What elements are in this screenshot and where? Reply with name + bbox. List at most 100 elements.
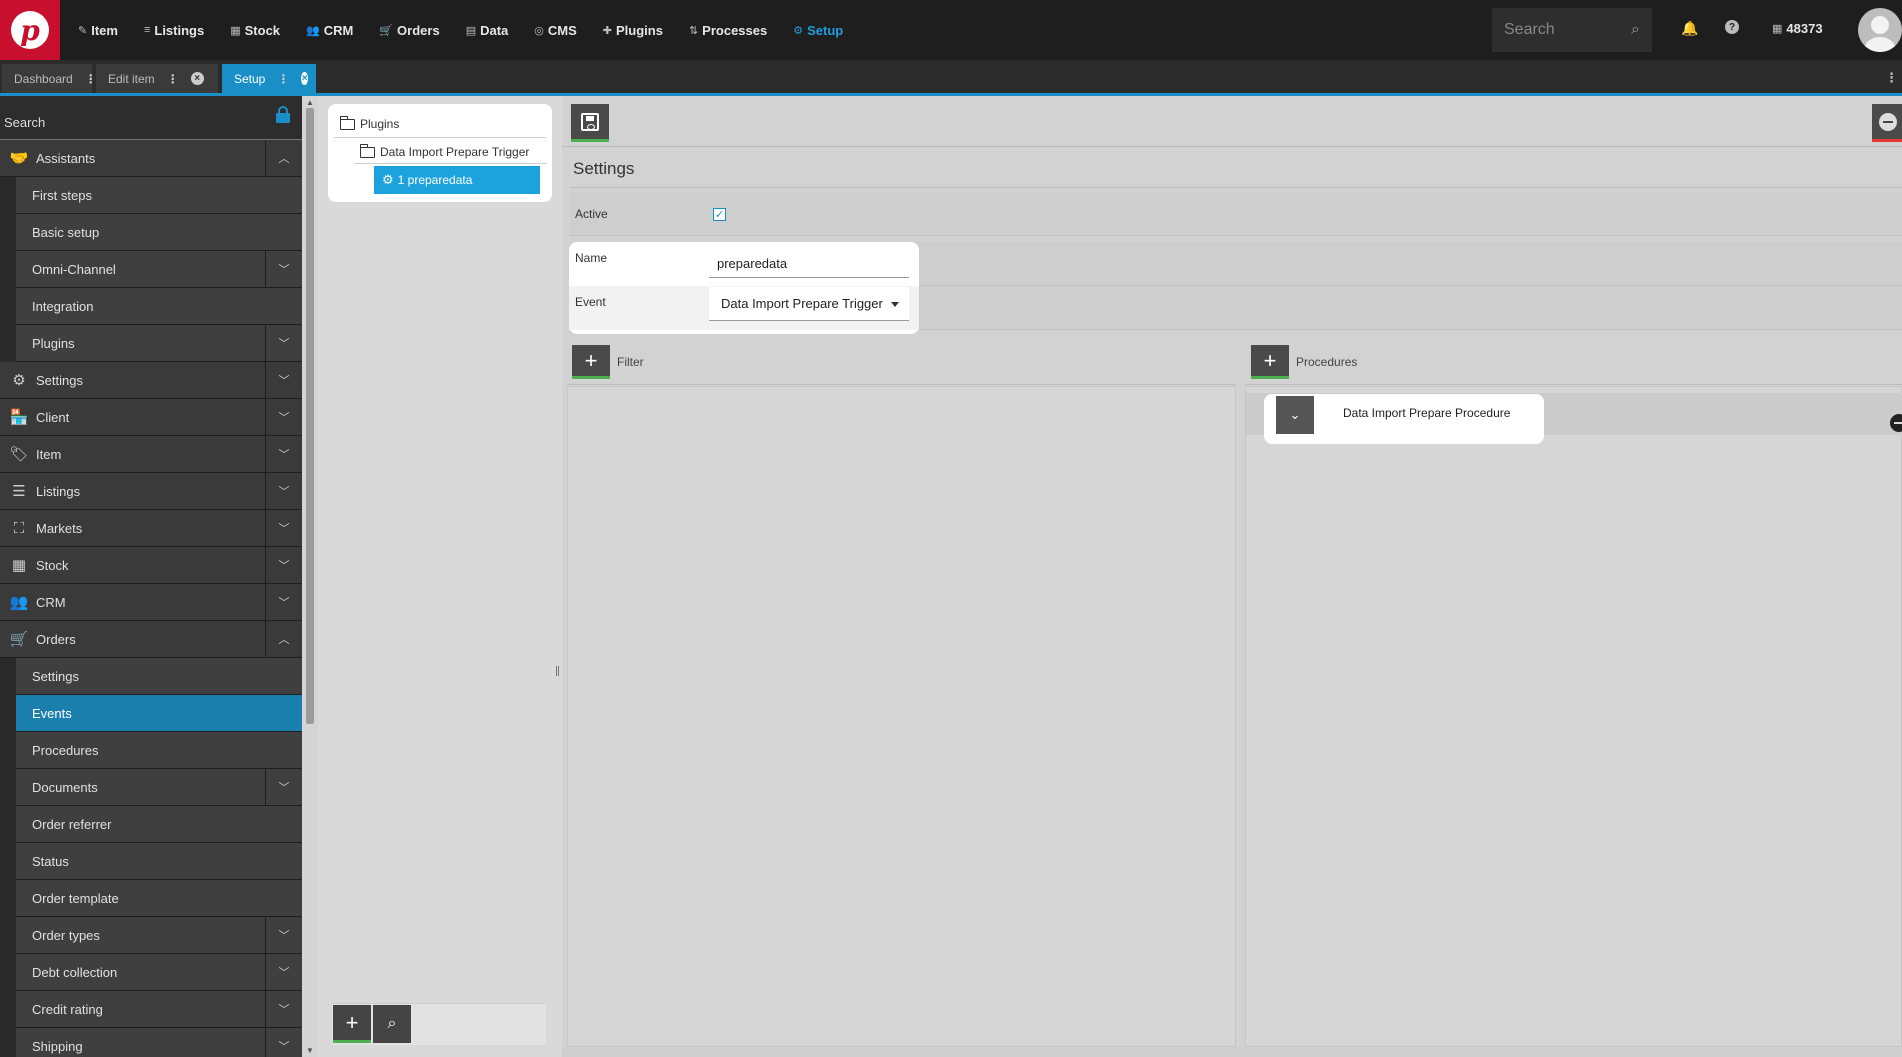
listings-icon: ☰: [12, 483, 26, 500]
sidebar-item-first-steps[interactable]: First steps: [0, 177, 302, 214]
avatar[interactable]: [1858, 8, 1902, 52]
scroll-down-icon[interactable]: ▼: [306, 1046, 314, 1055]
chevron-down-icon[interactable]: ﹀: [265, 917, 302, 953]
chevron-down-icon[interactable]: ﹀: [265, 473, 302, 509]
markets-icon: ⛶: [13, 519, 25, 537]
sidebar-item-markets[interactable]: ⛶ Markets ﹀: [0, 510, 302, 547]
sidebar-item-order-referrer[interactable]: Order referrer: [0, 806, 302, 843]
sidebar-item-basic-setup[interactable]: Basic setup: [0, 214, 302, 251]
sidebar-item-documents[interactable]: Documents ﹀: [0, 769, 302, 806]
chevron-down-icon[interactable]: ﹀: [265, 362, 302, 398]
bell-icon[interactable]: 🔔: [1681, 20, 1698, 37]
sidebar-item-order-template[interactable]: Order template: [0, 880, 302, 917]
search-tree-button[interactable]: ⌕: [373, 1005, 411, 1043]
sidebar-search-input[interactable]: [4, 115, 254, 130]
plentymarkets-logo[interactable]: p: [0, 0, 60, 60]
menu-plugins[interactable]: ✚ Plugins: [603, 23, 663, 38]
menu-setup[interactable]: ⚙ Setup: [793, 23, 843, 38]
account-id[interactable]: ▦ 48373: [1772, 21, 1823, 36]
chevron-down-icon: ⌄: [1289, 407, 1301, 422]
sidebar-item-status[interactable]: Status: [0, 843, 302, 880]
chevron-up-icon[interactable]: ︿: [265, 621, 302, 657]
sidebar-item-omni-channel[interactable]: Omni-Channel ﹀: [0, 251, 302, 288]
sidebar-item-events[interactable]: Events: [0, 695, 302, 732]
sidebar-search[interactable]: [0, 96, 302, 140]
lock-icon[interactable]: [276, 106, 290, 123]
sidebar-item-client[interactable]: 🏪 Client ﹀: [0, 399, 302, 436]
event-select[interactable]: Data Import Prepare Trigger: [709, 287, 909, 321]
scrollbar-thumb[interactable]: [306, 108, 314, 724]
menu-label: Setup: [807, 22, 844, 38]
close-icon[interactable]: ×: [301, 72, 308, 85]
chevron-down-icon[interactable]: ﹀: [265, 325, 302, 361]
sidebar-item-shipping[interactable]: Shipping ﹀: [0, 1028, 302, 1057]
tab-setup[interactable]: Setup ⋮ ×: [222, 64, 316, 93]
delete-button[interactable]: [1872, 104, 1902, 142]
tree-node-trigger[interactable]: Data Import Prepare Trigger: [359, 143, 529, 159]
chevron-down-icon[interactable]: ﹀: [265, 1028, 302, 1057]
sidebar-item-listings[interactable]: ☰ Listings ﹀: [0, 473, 302, 510]
menu-data[interactable]: ▤ Data: [466, 23, 509, 38]
remove-procedure-icon[interactable]: [1890, 414, 1902, 432]
sidebar-item-settings[interactable]: ⚙ Settings ﹀: [0, 362, 302, 399]
sidebar-item-integration[interactable]: Integration: [0, 288, 302, 325]
close-icon[interactable]: ×: [190, 72, 204, 85]
sidebar-item-debt-collection[interactable]: Debt collection ﹀: [0, 954, 302, 991]
chevron-down-icon[interactable]: ﹀: [265, 547, 302, 583]
active-checkbox[interactable]: ✓: [713, 208, 726, 221]
global-search[interactable]: ⌕: [1492, 8, 1652, 52]
tree-node-plugins[interactable]: Plugins: [339, 115, 399, 131]
sidebar-item-crm[interactable]: 👥 CRM ﹀: [0, 584, 302, 621]
sidebar-item-settings[interactable]: Settings: [0, 658, 302, 695]
sidebar-item-plugins[interactable]: Plugins ﹀: [0, 325, 302, 362]
help-icon[interactable]: ?: [1725, 20, 1739, 34]
chevron-down-icon[interactable]: ﹀: [265, 399, 302, 435]
sidebar-item-label: Order template: [32, 890, 119, 906]
chevron-down-icon[interactable]: ﹀: [265, 769, 302, 805]
menu-processes[interactable]: ⇅ Processes: [689, 23, 767, 38]
tree-node-selected[interactable]: ⚙ 1 preparedata: [374, 166, 540, 194]
sidebar-item-item[interactable]: 🏷 Item ﹀: [0, 436, 302, 473]
tab-edit-item[interactable]: Edit item ⋮ ×: [96, 64, 218, 93]
sidebar-item-credit-rating[interactable]: Credit rating ﹀: [0, 991, 302, 1028]
chevron-up-icon[interactable]: ︿: [265, 140, 302, 176]
expand-procedure-button[interactable]: ⌄: [1276, 396, 1314, 434]
stock-icon: ▦: [11, 557, 27, 574]
caret-down-icon: [891, 302, 899, 307]
gear-icon: ⚙: [12, 372, 26, 389]
chevron-down-icon[interactable]: ﹀: [265, 510, 302, 546]
menu-orders[interactable]: 🛒 Orders: [379, 23, 439, 38]
name-field[interactable]: [709, 250, 909, 278]
menu-stock[interactable]: ▦ Stock: [230, 23, 280, 38]
sidebar-item-assistants[interactable]: 🤝 Assistants ︿: [0, 140, 302, 177]
add-procedure-button[interactable]: +: [1251, 345, 1289, 379]
chevron-down-icon[interactable]: ﹀: [265, 954, 302, 990]
menu-cms[interactable]: ◎ CMS: [534, 23, 577, 38]
save-button[interactable]: [571, 104, 609, 142]
chevron-down-icon[interactable]: ﹀: [265, 584, 302, 620]
panel-splitter[interactable]: [553, 96, 562, 1057]
menu-item[interactable]: ✎ Item: [78, 23, 118, 38]
add-node-button[interactable]: +: [333, 1005, 371, 1043]
sidebar-item-orders[interactable]: 🛒 Orders ︿: [0, 621, 302, 658]
stock-icon: ▦: [230, 24, 241, 37]
sidebar-item-stock[interactable]: ▦ Stock ﹀: [0, 547, 302, 584]
tab-menu-icon[interactable]: ⋮: [167, 72, 179, 86]
scroll-up-icon[interactable]: ▲: [306, 98, 314, 107]
sidebar-scrollbar[interactable]: ▲ ▼: [302, 96, 318, 1057]
procedures-divider: [1245, 384, 1902, 385]
tab-menu-icon[interactable]: ⋮: [277, 72, 289, 86]
add-filter-button[interactable]: +: [572, 345, 610, 379]
tab-menu-icon[interactable]: ⋮: [85, 72, 97, 86]
chevron-down-icon[interactable]: ﹀: [265, 991, 302, 1027]
menu-crm[interactable]: 👥 CRM: [306, 23, 353, 38]
tab-dashboard[interactable]: Dashboard ⋮: [2, 64, 97, 93]
sidebar-item-order-types[interactable]: Order types ﹀: [0, 917, 302, 954]
chevron-down-icon[interactable]: ﹀: [265, 436, 302, 472]
global-search-input[interactable]: [1504, 21, 1614, 39]
search-icon[interactable]: ⌕: [1631, 21, 1640, 39]
more-tabs-icon[interactable]: ⋮: [1885, 70, 1898, 86]
menu-listings[interactable]: ≡ Listings: [144, 23, 204, 38]
sidebar-item-procedures[interactable]: Procedures: [0, 732, 302, 769]
chevron-down-icon[interactable]: ﹀: [265, 251, 302, 287]
